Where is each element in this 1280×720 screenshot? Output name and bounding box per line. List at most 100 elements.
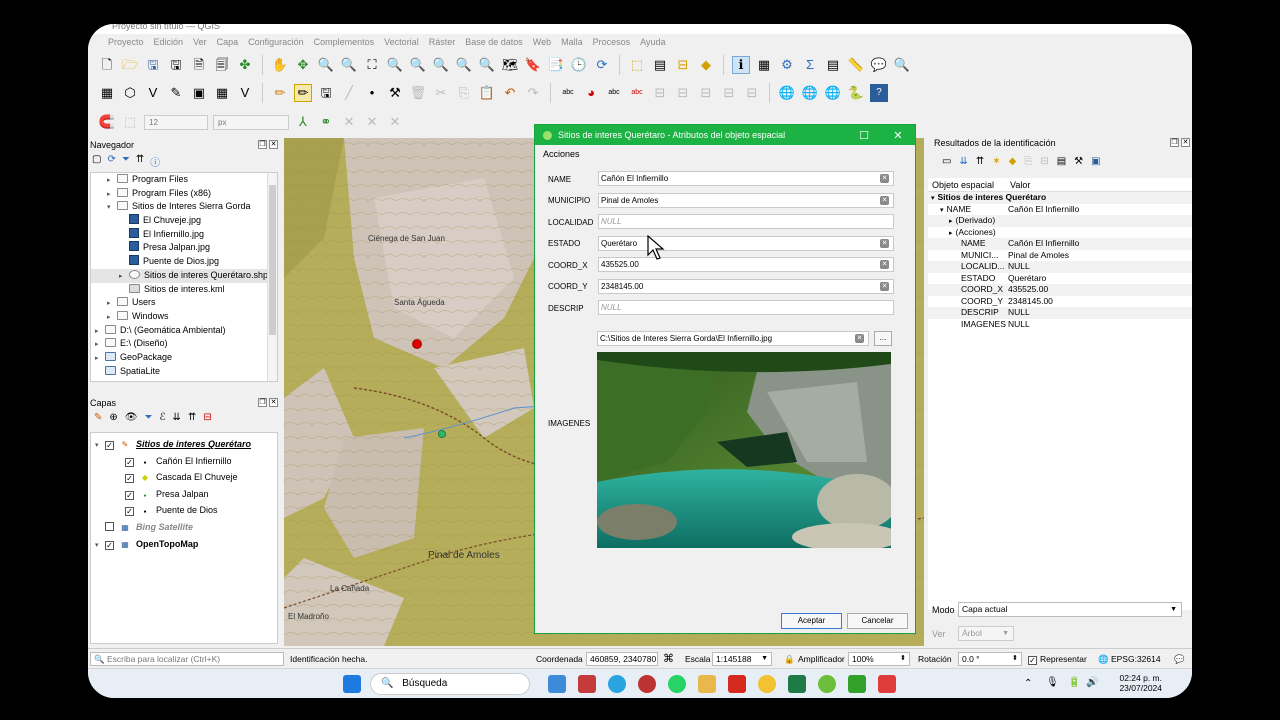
navigator-item[interactable]: SpatiaLite [91, 365, 277, 379]
remove-layer-icon[interactable]: ⊟ [203, 412, 211, 423]
copy-icon[interactable]: ⎘ [455, 84, 473, 102]
clear-icon[interactable]: ✕ [880, 238, 889, 248]
layer-diagram-icon[interactable]: ◕ [582, 84, 600, 102]
filter-expression-icon[interactable]: ℰ [159, 412, 165, 423]
symbol-unit-select[interactable]: px [213, 114, 289, 130]
trace-icon[interactable]: ⅄ [294, 113, 312, 131]
expand-new-icon[interactable]: ⇈ [976, 156, 984, 167]
layer-item[interactable]: ✓ ● Puente de Dios [91, 502, 277, 519]
snap-scale-icon[interactable]: ✕ [386, 113, 404, 131]
layer-item[interactable]: ▾ ✓ ▦ OpenTopoMap [91, 536, 277, 553]
measure-icon[interactable]: 📏 [847, 56, 865, 74]
filter-icon[interactable]: ⏷ [122, 154, 130, 169]
refresh-icon[interactable]: ⟳ [107, 154, 115, 169]
clear-icon[interactable]: ✕ [880, 281, 889, 291]
layer-style-icon[interactable]: ✎ [94, 412, 102, 423]
globe-icon[interactable]: 🌐 [778, 84, 796, 102]
snapping-advanced-icon[interactable]: ⚭ [317, 113, 335, 131]
navigator-item[interactable]: ▸ E:\ (Diseño) [91, 337, 277, 351]
excel-icon[interactable] [788, 675, 806, 693]
map-point-presa[interactable] [438, 430, 446, 438]
highlight-labels-icon[interactable]: abc [628, 84, 646, 102]
qgis-taskbar-icon[interactable] [818, 675, 836, 693]
add-virtual-layer-icon[interactable]: V [236, 84, 254, 102]
taskbar-search[interactable]: 🔍 Búsqueda [370, 673, 530, 695]
layer-item[interactable]: ▾ ✓ ✎ Sitios de interes Querétaro [91, 436, 277, 453]
expand-arrow-icon[interactable]: ▸ [95, 325, 105, 339]
navigator-item[interactable]: ▸ GeoPackage [91, 351, 277, 365]
digitize-line-icon[interactable]: ╱ [340, 84, 358, 102]
camtasia-icon[interactable] [848, 675, 866, 693]
select-by-value-icon[interactable]: ▤ [651, 56, 669, 74]
layout-manager-icon[interactable]: 🗐 [213, 56, 231, 74]
scrollbar-thumb[interactable] [269, 185, 276, 335]
layer-item[interactable]: ✓ ● Presa Jalpan [91, 486, 277, 503]
label-properties-icon[interactable]: ⊟ [743, 84, 761, 102]
highlight-icon[interactable]: ◆ [1009, 156, 1017, 167]
menu-item[interactable]: Procesos [593, 37, 631, 47]
move-label-icon[interactable]: ⊟ [651, 84, 669, 102]
identify-row[interactable]: IMAGENES NULL [928, 319, 1192, 331]
close-panel-icon[interactable]: ✕ [269, 140, 278, 149]
identify-row[interactable]: DESCRIP NULL [928, 307, 1192, 319]
zoom-native-icon[interactable]: 🔍 [432, 56, 450, 74]
float-panel-icon[interactable]: ❐ [258, 140, 267, 149]
plugin-globe-icon[interactable]: 🌐 [824, 84, 842, 102]
menu-item[interactable]: Web [533, 37, 551, 47]
expand-arrow-icon[interactable]: ▾ [931, 195, 935, 202]
snapping-magnet-icon[interactable]: 🧲 [98, 113, 116, 131]
python-console-icon[interactable]: 🐍 [847, 84, 865, 102]
menu-item[interactable]: Capa [217, 37, 239, 47]
crs-button[interactable]: 🌐 EPSG:32614 [1098, 652, 1161, 666]
map-tips-icon[interactable]: 💬 [870, 56, 888, 74]
close-panel-icon[interactable]: ✕ [1181, 138, 1190, 147]
rotation-spinbox[interactable]: 0.0 ° ⬍ [958, 652, 1022, 666]
zoom-out-icon[interactable]: 🔍 [340, 56, 358, 74]
menu-item[interactable]: Ayuda [640, 37, 665, 47]
deselect-icon[interactable]: ⊟ [674, 56, 692, 74]
zoom-in-icon[interactable]: 🔍 [317, 56, 335, 74]
expand-arrow-icon[interactable]: ▸ [949, 230, 953, 237]
opera-icon[interactable] [638, 675, 656, 693]
menu-item[interactable]: Base de datos [465, 37, 523, 47]
map-point-infiernillo[interactable] [412, 339, 422, 349]
expand-arrow-icon[interactable]: ▸ [95, 338, 105, 352]
new-project-icon[interactable]: 🗋 [98, 56, 116, 74]
recorder-icon[interactable] [878, 675, 896, 693]
help-icon[interactable]: ▣ [1091, 156, 1100, 167]
navigator-scrollbar[interactable] [267, 173, 277, 381]
snipping-tool-icon[interactable] [578, 675, 596, 693]
info-icon[interactable]: ⓘ [150, 154, 160, 169]
style-manager-icon[interactable]: ✤ [236, 56, 254, 74]
field-input-descrip[interactable]: NULL [598, 300, 894, 315]
zoom-full-icon[interactable]: ⛶ [363, 56, 381, 74]
expand-arrow-icon[interactable]: ▾ [95, 538, 105, 555]
processing-toolbox-icon[interactable]: ⚙ [778, 56, 796, 74]
expand-arrow-icon[interactable]: ▸ [949, 218, 953, 225]
new-geopackage-icon[interactable]: ⬡ [121, 84, 139, 102]
globe-settings-icon[interactable]: 🌐 [801, 84, 819, 102]
field-input-estado[interactable]: Querétaro ✕ [598, 235, 894, 251]
expand-arrow-icon[interactable]: ▸ [119, 270, 129, 284]
navigator-item[interactable]: ▸ D:\ (Geomática Ambiental) [91, 324, 277, 338]
identify-row[interactable]: ▾ Sitios de interes Querétaro [928, 192, 1192, 204]
snap-mode-icon[interactable]: ⬚ [121, 113, 139, 131]
clear-icon[interactable]: ✕ [880, 195, 889, 205]
navigator-item[interactable]: ▾ Sitios de Interes Sierra Gorda [91, 200, 277, 214]
coordinate-input[interactable]: 460859, 2340780 [586, 652, 658, 666]
acrobat-icon[interactable] [728, 675, 746, 693]
refresh-icon[interactable]: ⟳ [593, 56, 611, 74]
navigator-item[interactable]: ▸ Users [91, 296, 277, 310]
menu-item[interactable]: Configuración [248, 37, 304, 47]
lock-icon[interactable]: 🔒 [784, 652, 795, 666]
help-icon[interactable]: ? [870, 84, 888, 102]
redo-icon[interactable]: ↷ [524, 84, 542, 102]
print-layout-icon[interactable]: 🗎 [190, 56, 208, 74]
change-label-icon[interactable]: ⊟ [697, 84, 715, 102]
identify-row[interactable]: COORD_Y 2348145.00 [928, 296, 1192, 308]
clear-icon[interactable]: ✕ [855, 334, 864, 343]
whatsapp-icon[interactable] [668, 675, 686, 693]
navigator-item[interactable]: ▸ Sitios de interes Querétaro.shp [91, 268, 277, 284]
layer-visibility-checkbox[interactable] [105, 521, 114, 531]
field-input-name[interactable]: Cañón El Infiernillo ✕ [598, 171, 894, 186]
